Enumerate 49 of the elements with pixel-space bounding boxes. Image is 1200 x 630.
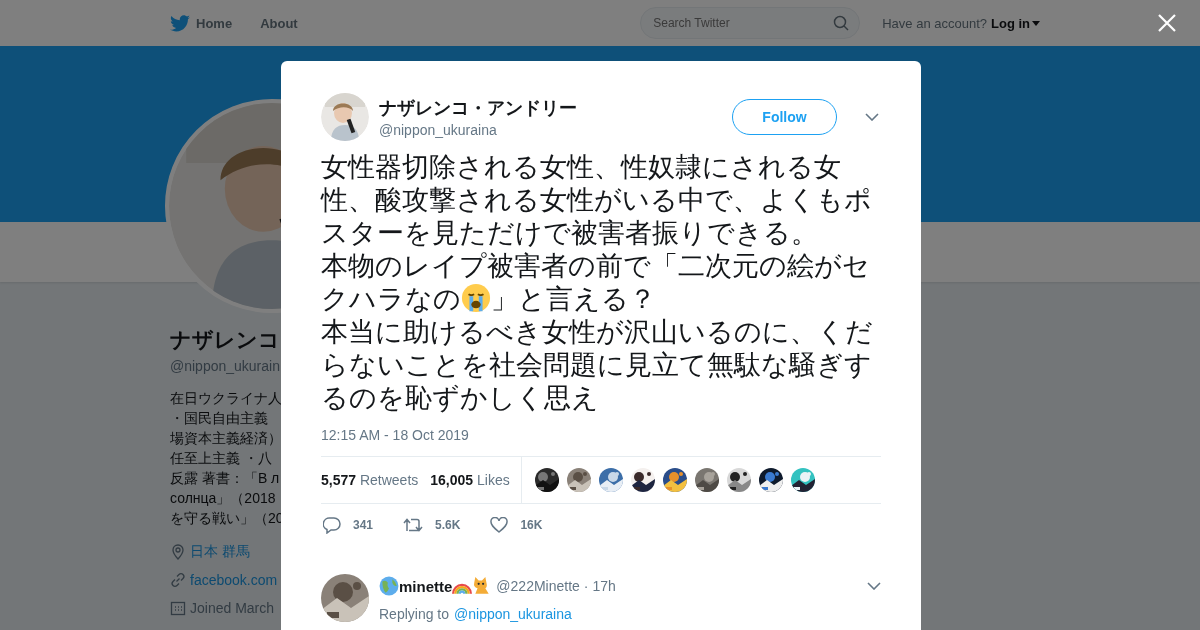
login-link[interactable]: Log in bbox=[991, 15, 1040, 31]
speech-bubble-icon bbox=[323, 516, 341, 534]
nav-link[interactable]: About bbox=[260, 15, 298, 31]
retweet-button[interactable]: 5.6K bbox=[403, 517, 461, 533]
chevron-down-icon[interactable] bbox=[865, 113, 879, 121]
tweet-text: 本物のレイプ被害者の前で「二次元の絵がセ bbox=[321, 251, 870, 281]
link-icon bbox=[170, 572, 186, 588]
tweet-text: 女性器切除される女性、性奴隷にされる女性、酸攻撃される女性がいる中で、よくもポスターを見ただけで被害者振りできる。 bbox=[321, 151, 873, 250]
heart-icon bbox=[490, 517, 509, 533]
reply-time: 17h bbox=[592, 578, 616, 594]
timestamp: 12:15 AM - 18 Oct 2019 bbox=[321, 427, 470, 443]
bio-line: 反露 著書：「В л bbox=[170, 469, 281, 488]
stat-link[interactable]: 16,005 Likes bbox=[430, 472, 510, 488]
follow-button[interactable]: Follow bbox=[732, 99, 837, 135]
replying-label: Replying to bbox=[379, 606, 450, 622]
reply-button[interactable]: 341 bbox=[323, 516, 374, 534]
bio-line: ・国民自由主義 bbox=[170, 409, 269, 428]
location-pin-icon bbox=[170, 544, 186, 560]
retweet-icon bbox=[403, 517, 424, 533]
nav-link[interactable]: Home bbox=[170, 14, 233, 32]
bio-line: 場資本主義経済） bbox=[170, 429, 283, 448]
separator: · bbox=[583, 578, 589, 594]
reply-author-name: minette bbox=[399, 577, 453, 595]
profile-handle: @nippon_ukurain bbox=[170, 358, 281, 374]
account-prompt: Have an account? bbox=[882, 15, 987, 31]
calendar-icon bbox=[170, 600, 186, 616]
crying-face-icon bbox=[461, 283, 491, 313]
join-date: Joined March bbox=[190, 600, 275, 616]
globe-icon bbox=[379, 576, 399, 596]
profile-name: ナザレンコ bbox=[170, 327, 281, 353]
bio-line: солнца」（2018 bbox=[170, 489, 277, 508]
bio-line: 在日ウクライナ人 bbox=[170, 389, 283, 408]
like-button[interactable]: 16K bbox=[490, 517, 543, 533]
author-name: ナザレンコ・アンドリー bbox=[379, 97, 578, 120]
close-button[interactable] bbox=[1158, 14, 1176, 32]
search-field[interactable]: Search Twitter bbox=[640, 7, 861, 39]
author-handle: @nippon_ukuraina bbox=[379, 122, 498, 138]
tweet-text: クハラなの bbox=[321, 284, 461, 314]
stat-link[interactable]: 5,577 Retweets bbox=[321, 472, 419, 488]
chevron-down-icon[interactable] bbox=[867, 582, 881, 590]
bio-line: 任至上主義 ・八 bbox=[170, 449, 273, 468]
tweet-text: 本当に助けるべき女性が沢山いるのに、くだらないことを社会問題に見立て無駄な騒ぎするのを恥ずかしく思え bbox=[321, 316, 874, 415]
mention-link[interactable]: @nippon_ukuraina bbox=[454, 606, 572, 622]
search-icon bbox=[833, 15, 850, 31]
reply-handle: @222Minette bbox=[496, 578, 580, 594]
close-icon bbox=[1158, 14, 1176, 32]
caret-icon bbox=[1032, 20, 1040, 26]
tweet-text: 」と言える？ bbox=[491, 284, 656, 314]
bird-icon bbox=[170, 14, 190, 32]
